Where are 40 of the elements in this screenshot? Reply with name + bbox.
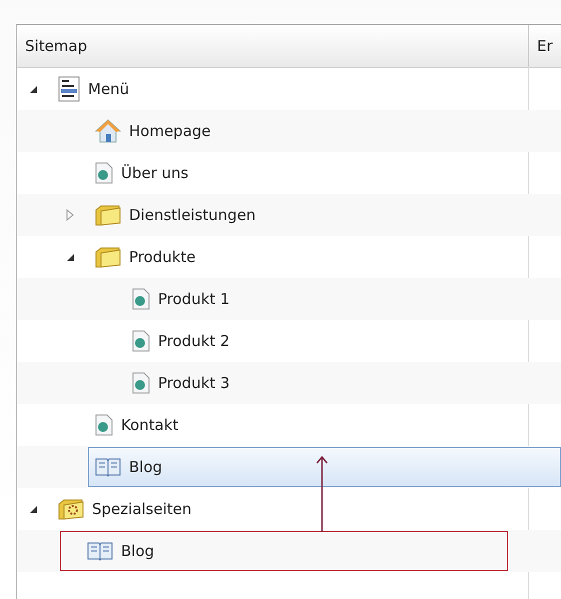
page-icon: [95, 414, 113, 436]
column-header[interactable]: Sitemap: [17, 25, 529, 67]
page-icon: [132, 330, 150, 352]
item-label: Blog: [121, 542, 154, 560]
item-label: Spezialseiten: [92, 500, 192, 518]
item-label: Produkt 1: [158, 290, 230, 308]
folder-icon: [95, 204, 121, 226]
list-icon: [58, 76, 80, 102]
tree-item[interactable]: Menü: [51, 69, 136, 109]
item-label: Dienstleistungen: [129, 206, 256, 224]
tree-item[interactable]: Blog: [88, 447, 561, 487]
folder-icon: [95, 246, 121, 268]
item-label: Homepage: [129, 122, 211, 140]
tree-item[interactable]: Produkt 1: [125, 279, 237, 319]
item-label: Über uns: [121, 164, 188, 182]
tree-item[interactable]: Kontakt: [88, 405, 186, 445]
expanded-arrow-icon[interactable]: [66, 252, 75, 262]
tree-item[interactable]: Spezialseiten: [51, 489, 198, 529]
item-label: Produkte: [129, 248, 196, 266]
tree-item[interactable]: Blog: [60, 531, 508, 571]
tree-item[interactable]: Produkt 2: [125, 321, 237, 361]
collapsed-arrow-icon[interactable]: [66, 209, 74, 221]
expanded-arrow-icon[interactable]: [29, 504, 38, 514]
tree-item[interactable]: Produkt 3: [125, 363, 237, 403]
page-icon: [132, 288, 150, 310]
item-label: Kontakt: [121, 416, 178, 434]
item-label: Produkt 3: [158, 374, 230, 392]
tree-item[interactable]: Über uns: [88, 153, 196, 193]
book-icon: [95, 457, 121, 477]
column-header[interactable]: Er: [529, 37, 553, 55]
folder-icon: [58, 498, 84, 520]
expanded-arrow-icon[interactable]: [29, 84, 38, 94]
page-icon: [132, 372, 150, 394]
page-icon: [95, 162, 113, 184]
house-icon: [95, 119, 121, 143]
item-label: Produkt 2: [158, 332, 230, 350]
item-label: Blog: [129, 458, 162, 476]
item-label: Menü: [88, 80, 130, 98]
tree-item[interactable]: Produkte: [88, 237, 203, 277]
book-icon: [87, 541, 113, 561]
